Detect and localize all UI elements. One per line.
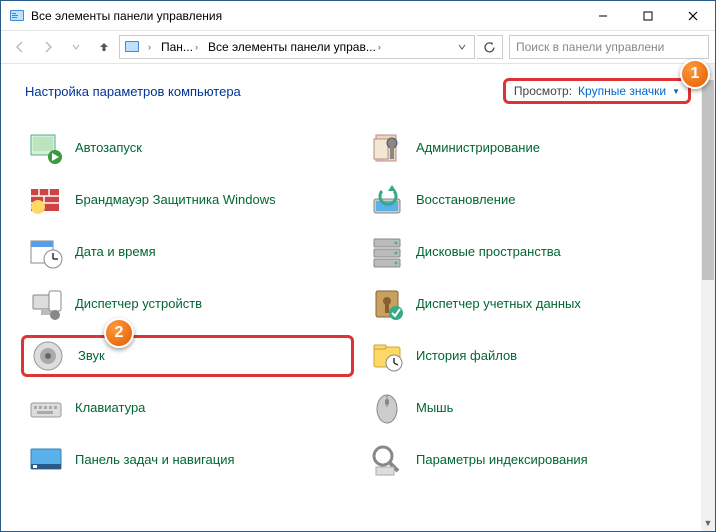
breadcrumb-item[interactable]: › bbox=[142, 36, 155, 58]
item-datetime[interactable]: Дата и время bbox=[21, 231, 354, 273]
sound-icon bbox=[30, 337, 68, 375]
chevron-down-icon: ▼ bbox=[672, 87, 680, 96]
storage-icon bbox=[368, 233, 406, 271]
window-title: Все элементы панели управления bbox=[31, 9, 580, 23]
item-label: Панель задач и навигация bbox=[75, 453, 235, 468]
item-label: Автозапуск bbox=[75, 141, 142, 156]
up-button[interactable] bbox=[91, 34, 117, 60]
view-value: Крупные значки bbox=[578, 84, 666, 98]
breadcrumb-item[interactable]: Пан...› bbox=[157, 36, 202, 58]
item-label: Восстановление bbox=[416, 193, 515, 208]
window-buttons bbox=[580, 1, 715, 31]
item-admin[interactable]: Администрирование bbox=[362, 127, 695, 169]
filehist-icon bbox=[368, 337, 406, 375]
scrollbar[interactable]: ▲ ▼ bbox=[701, 64, 715, 531]
item-sound[interactable]: Звук 2 bbox=[21, 335, 354, 377]
scroll-down-arrow[interactable]: ▼ bbox=[701, 515, 715, 531]
item-mouse[interactable]: Мышь bbox=[362, 387, 695, 429]
forward-button[interactable] bbox=[35, 34, 61, 60]
keyboard-icon bbox=[27, 389, 65, 427]
indexing-icon bbox=[368, 441, 406, 479]
item-recovery[interactable]: Восстановление bbox=[362, 179, 695, 221]
item-taskbar[interactable]: Панель задач и навигация bbox=[21, 439, 354, 481]
item-keyboard[interactable]: Клавиатура bbox=[21, 387, 354, 429]
recovery-icon bbox=[368, 181, 406, 219]
close-button[interactable] bbox=[670, 1, 715, 31]
annotation-callout-1: 1 bbox=[680, 59, 710, 89]
item-firewall[interactable]: Брандмауэр Защитника Windows bbox=[21, 179, 354, 221]
credmgr-icon bbox=[368, 285, 406, 323]
mouse-icon bbox=[368, 389, 406, 427]
item-label: Дата и время bbox=[75, 245, 156, 260]
view-label: Просмотр: bbox=[514, 84, 572, 98]
control-panel-icon bbox=[124, 39, 140, 55]
control-panel-window: Все элементы панели управления › Пан...›… bbox=[0, 0, 716, 532]
item-label: Дисковые пространства bbox=[416, 245, 561, 260]
annotation-callout-2: 2 bbox=[104, 318, 134, 348]
item-autoplay[interactable]: Автозапуск bbox=[21, 127, 354, 169]
item-label: Звук bbox=[78, 349, 105, 364]
datetime-icon bbox=[27, 233, 65, 271]
item-label: Диспетчер устройств bbox=[75, 297, 202, 312]
breadcrumb-bar[interactable]: › Пан...› Все элементы панели управ...› bbox=[119, 35, 475, 59]
taskbar-icon bbox=[27, 441, 65, 479]
item-storage[interactable]: Дисковые пространства bbox=[362, 231, 695, 273]
page-heading: Настройка параметров компьютера bbox=[25, 84, 241, 99]
devices-icon bbox=[27, 285, 65, 323]
content-area: Автозапуск Администрирование Брандмауэр … bbox=[1, 119, 701, 531]
autoplay-icon bbox=[27, 129, 65, 167]
control-panel-icon bbox=[9, 8, 25, 24]
search-placeholder: Поиск в панели управлени bbox=[516, 40, 664, 54]
admin-icon bbox=[368, 129, 406, 167]
item-label: Диспетчер учетных данных bbox=[416, 297, 581, 312]
item-label: Параметры индексирования bbox=[416, 453, 588, 468]
titlebar: Все элементы панели управления bbox=[1, 1, 715, 31]
scroll-thumb[interactable] bbox=[702, 80, 714, 280]
heading-row: Настройка параметров компьютера Просмотр… bbox=[1, 64, 715, 118]
item-filehist[interactable]: История файлов bbox=[362, 335, 695, 377]
item-label: Мышь bbox=[416, 401, 453, 416]
breadcrumb-item[interactable]: Все элементы панели управ...› bbox=[204, 36, 385, 58]
item-devices[interactable]: Диспетчер устройств bbox=[21, 283, 354, 325]
items-grid: Автозапуск Администрирование Брандмауэр … bbox=[21, 127, 695, 481]
view-selector[interactable]: Просмотр: Крупные значки ▼ 1 bbox=[503, 78, 691, 104]
maximize-button[interactable] bbox=[625, 1, 670, 31]
item-label: История файлов bbox=[416, 349, 517, 364]
back-button[interactable] bbox=[7, 34, 33, 60]
item-label: Администрирование bbox=[416, 141, 540, 156]
address-bar: › Пан...› Все элементы панели управ...› … bbox=[1, 31, 715, 64]
refresh-button[interactable] bbox=[477, 35, 503, 59]
minimize-button[interactable] bbox=[580, 1, 625, 31]
item-indexing[interactable]: Параметры индексирования bbox=[362, 439, 695, 481]
recent-button[interactable] bbox=[63, 34, 89, 60]
item-label: Брандмауэр Защитника Windows bbox=[75, 193, 276, 208]
search-input[interactable]: Поиск в панели управлени bbox=[509, 35, 709, 59]
item-label: Клавиатура bbox=[75, 401, 145, 416]
breadcrumb-dropdown[interactable] bbox=[454, 36, 470, 58]
item-credmgr[interactable]: Диспетчер учетных данных bbox=[362, 283, 695, 325]
firewall-icon bbox=[27, 181, 65, 219]
